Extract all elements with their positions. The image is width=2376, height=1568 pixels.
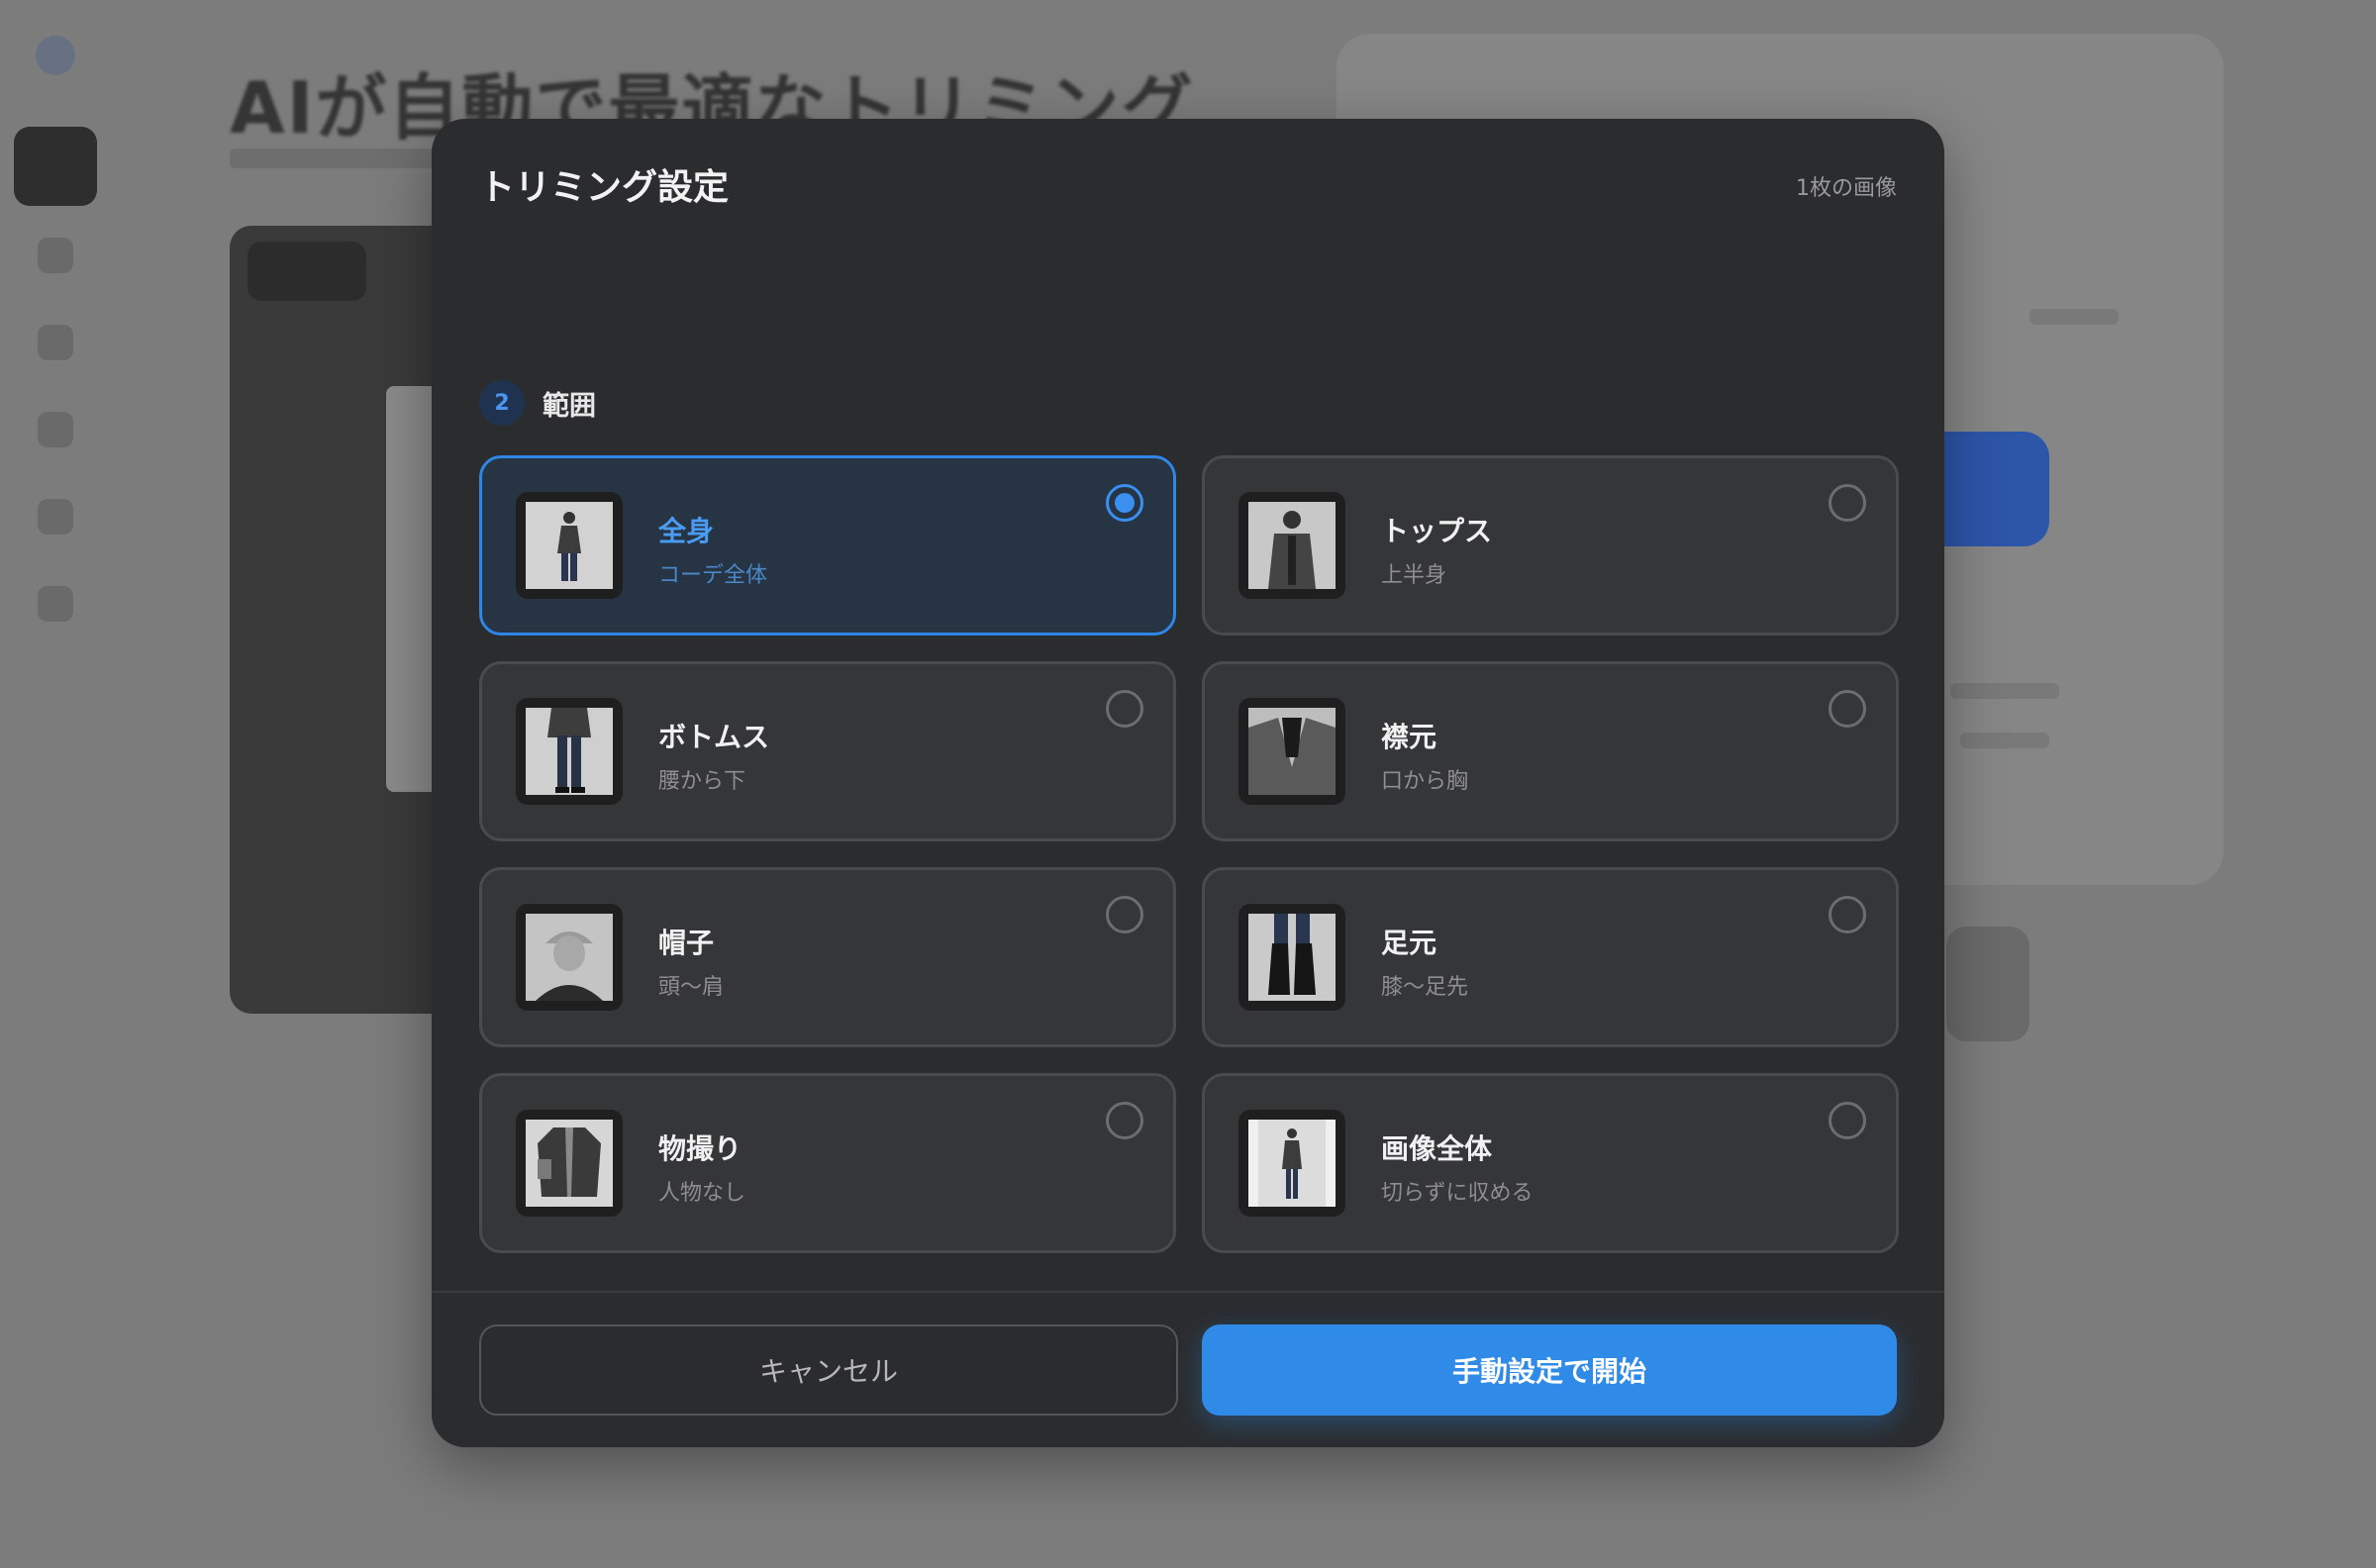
option-subtitle: 口から胸 bbox=[1381, 769, 1469, 794]
cancel-button[interactable]: キャンセル bbox=[479, 1324, 1178, 1416]
range-option-whole-image[interactable]: 画像全体 切らずに収める bbox=[1202, 1073, 1899, 1253]
start-manual-button[interactable]: 手動設定で開始 bbox=[1202, 1324, 1897, 1416]
option-subtitle: コーデ全体 bbox=[658, 563, 768, 588]
image-count: 1枚の画像 bbox=[1796, 176, 1897, 201]
range-option-full-body[interactable]: 全身 コーデ全体 bbox=[479, 455, 1176, 636]
option-title: 襟元 bbox=[1381, 721, 1437, 753]
sidebar-nav-icon bbox=[38, 325, 73, 360]
option-subtitle: 膝〜足先 bbox=[1381, 975, 1469, 1000]
option-title: 全身 bbox=[658, 515, 715, 547]
sidebar-nav-icon bbox=[38, 586, 73, 622]
radio-button[interactable] bbox=[1106, 484, 1143, 522]
range-option-collar[interactable]: 襟元 口から胸 bbox=[1202, 661, 1899, 841]
dialog-footer: キャンセル 手動設定で開始 bbox=[432, 1291, 1944, 1447]
dialog-header: トリミング設定 1枚の画像 bbox=[479, 158, 1897, 218]
radio-button[interactable] bbox=[1829, 896, 1866, 933]
option-title: 帽子 bbox=[658, 927, 715, 959]
range-option-bottoms[interactable]: ボトムス 腰から下 bbox=[479, 661, 1176, 841]
trimming-settings-dialog: トリミング設定 1枚の画像 2 範囲 全身 コーデ全体 トップス 上半身 ボトム… bbox=[432, 119, 1944, 1447]
option-subtitle: 上半身 bbox=[1381, 563, 1447, 588]
background-preview-tag bbox=[248, 242, 366, 301]
sidebar-nav-icon bbox=[38, 499, 73, 535]
option-title: トップス bbox=[1381, 515, 1493, 547]
option-subtitle: 人物なし bbox=[658, 1181, 746, 1206]
background-subtitle bbox=[230, 148, 447, 168]
range-option-product[interactable]: 物撮り 人物なし bbox=[479, 1073, 1176, 1253]
range-option-feet[interactable]: 足元 膝〜足先 bbox=[1202, 867, 1899, 1047]
background-text bbox=[1960, 733, 2049, 748]
radio-button[interactable] bbox=[1106, 1102, 1143, 1139]
radio-button[interactable] bbox=[1829, 484, 1866, 522]
head-thumbnail bbox=[516, 904, 623, 1011]
full-body-thumbnail bbox=[516, 492, 623, 599]
option-title: 物撮り bbox=[658, 1132, 742, 1165]
option-subtitle: 腰から下 bbox=[658, 769, 746, 794]
option-subtitle: 切らずに収める bbox=[1381, 1181, 1534, 1206]
legs-thumbnail bbox=[516, 698, 623, 805]
logo-icon bbox=[36, 36, 75, 75]
option-title: ボトムス bbox=[658, 721, 770, 753]
sidebar-item-active bbox=[14, 127, 97, 206]
dialog-scroll-area[interactable]: 2 範囲 全身 コーデ全体 トップス 上半身 ボトムス 腰から下 襟元 口から胸… bbox=[432, 247, 1944, 1412]
range-option-tops[interactable]: トップス 上半身 bbox=[1202, 455, 1899, 636]
option-title: 画像全体 bbox=[1381, 1132, 1493, 1165]
range-option-hat[interactable]: 帽子 頭〜肩 bbox=[479, 867, 1176, 1047]
radio-button[interactable] bbox=[1829, 1102, 1866, 1139]
background-sidebar bbox=[0, 0, 109, 1568]
sidebar-nav-icon bbox=[38, 238, 73, 273]
radio-button[interactable] bbox=[1106, 896, 1143, 933]
background-avatar bbox=[1946, 927, 2030, 1041]
upper-body-thumbnail bbox=[1238, 492, 1345, 599]
jacket-thumbnail bbox=[516, 1110, 623, 1217]
radio-button[interactable] bbox=[1829, 690, 1866, 728]
background-text bbox=[2030, 309, 2119, 325]
dialog-title: トリミング設定 bbox=[479, 167, 730, 208]
whole-image-thumbnail bbox=[1238, 1110, 1345, 1217]
section-range-header: 2 範囲 bbox=[479, 378, 596, 428]
option-subtitle: 頭〜肩 bbox=[658, 975, 725, 1000]
section-label: 範囲 bbox=[543, 390, 596, 422]
sidebar-nav-icon bbox=[38, 412, 73, 447]
radio-button[interactable] bbox=[1106, 690, 1143, 728]
section-number-badge: 2 bbox=[479, 380, 525, 426]
shoes-thumbnail bbox=[1238, 904, 1345, 1011]
background-text bbox=[1950, 683, 2059, 699]
collar-thumbnail bbox=[1238, 698, 1345, 805]
option-title: 足元 bbox=[1381, 927, 1437, 959]
